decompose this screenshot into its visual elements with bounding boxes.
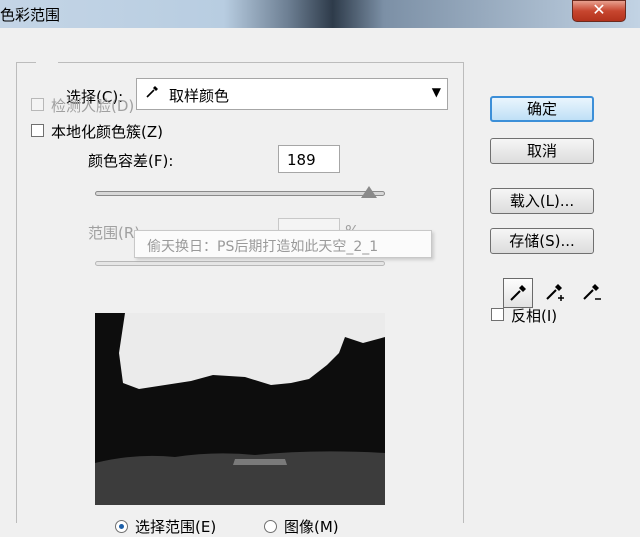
- detect-faces-label: 检测人脸(D): [51, 97, 135, 115]
- close-icon: ✕: [592, 0, 606, 19]
- title-bar: 色彩范围 ✕: [0, 0, 640, 28]
- load-button[interactable]: 载入(L)...: [490, 188, 594, 214]
- selection-radio-label: 选择范围(E): [135, 518, 217, 536]
- image-radio[interactable]: [264, 520, 277, 533]
- eyedropper-minus-tool[interactable]: [577, 278, 607, 308]
- preview-image: [95, 313, 385, 505]
- select-value: 取样颜色: [169, 87, 230, 105]
- color-range-dialog: 选择(C): 取样颜色 ▼ 检测人脸(D) 本地化颜色簇(Z) 颜色容差(F):…: [0, 28, 640, 536]
- select-dropdown[interactable]: 取样颜色 ▼: [136, 78, 448, 110]
- image-radio-label: 图像(M): [284, 518, 339, 536]
- detect-faces-checkbox[interactable]: [31, 98, 44, 111]
- range-slider[interactable]: [95, 261, 385, 266]
- fuzziness-slider-thumb[interactable]: [361, 186, 377, 198]
- selection-radio[interactable]: [115, 520, 128, 533]
- window-title: 色彩范围: [0, 6, 61, 24]
- close-button[interactable]: ✕: [572, 0, 626, 22]
- tooltip: 偷天换日：PS后期打造如此天空_2_1: [134, 230, 432, 258]
- chevron-down-icon: ▼: [431, 85, 441, 99]
- eyedropper-minus-icon: [583, 284, 601, 300]
- fuzziness-label: 颜色容差(F):: [88, 152, 174, 170]
- invert-checkbox[interactable]: [491, 308, 504, 321]
- cancel-button[interactable]: 取消: [490, 138, 594, 164]
- save-button[interactable]: 存储(S)...: [490, 228, 594, 254]
- eyedropper-icon: [145, 85, 159, 103]
- eyedropper-icon: [510, 285, 526, 301]
- localized-clusters-label: 本地化颜色簇(Z): [51, 123, 163, 141]
- selection-preview: [95, 313, 385, 505]
- ok-button[interactable]: 确定: [490, 96, 594, 122]
- fuzziness-value: 189: [287, 151, 316, 169]
- fuzziness-input[interactable]: 189: [278, 145, 340, 173]
- eyedropper-tool[interactable]: [503, 278, 533, 308]
- invert-label: 反相(I): [511, 307, 558, 325]
- eyedropper-plus-icon: [546, 284, 564, 301]
- eyedropper-plus-tool[interactable]: [540, 278, 570, 308]
- fuzziness-slider[interactable]: [95, 191, 385, 196]
- localized-clusters-checkbox[interactable]: [31, 124, 44, 137]
